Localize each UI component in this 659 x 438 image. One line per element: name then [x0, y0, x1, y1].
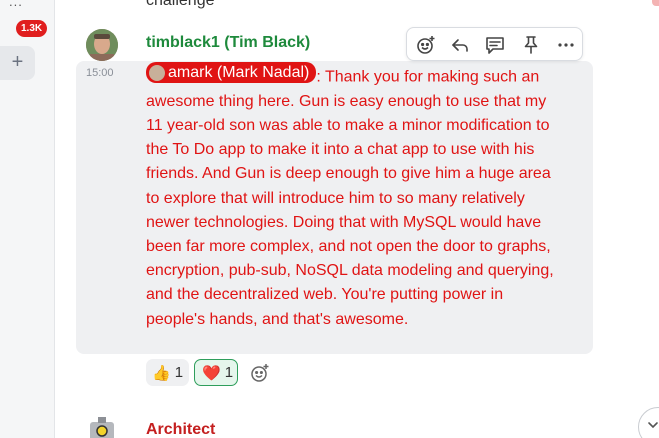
reply-icon[interactable] — [449, 34, 471, 56]
chevron-down-icon — [648, 422, 658, 429]
pin-icon[interactable] — [520, 34, 542, 56]
thumbs-up-icon: 👍 — [152, 364, 171, 382]
architect-avatar[interactable] — [86, 414, 118, 438]
reaction-thumbs-up[interactable]: 👍 1 — [146, 359, 189, 386]
user-mention[interactable]: amark (Mark Nadal) — [146, 62, 317, 83]
reaction-count: 1 — [224, 364, 234, 381]
more-workspaces-indicator[interactable]: ... — [9, 0, 23, 9]
message-actions-toolbar — [406, 27, 583, 61]
previous-message-text: challenge — [146, 0, 215, 9]
plus-icon: + — [11, 51, 24, 73]
notification-corner — [652, 0, 659, 6]
sender-name[interactable]: timblack1 (Tim Black) — [146, 34, 310, 52]
add-workspace-button[interactable]: + — [0, 46, 35, 80]
mention-label: amark (Mark Nadal) — [168, 64, 310, 81]
jump-to-latest-button[interactable] — [638, 407, 659, 438]
add-reaction-icon[interactable] — [250, 363, 270, 383]
message-text: : Thank you for making such an awesome t… — [146, 68, 554, 328]
robot-avatar-icon — [90, 417, 114, 438]
unread-count-badge: 1.3K — [16, 20, 48, 37]
thread-icon[interactable] — [484, 34, 506, 56]
avatar-photo — [86, 29, 118, 61]
message-body: amark (Mark Nadal): Thank you for making… — [146, 62, 558, 332]
heart-icon: ❤️ — [202, 364, 221, 382]
reaction-count: 1 — [174, 364, 184, 381]
more-icon[interactable] — [555, 34, 577, 56]
workspace-rail: ... 1.3K + — [0, 0, 55, 438]
message-timestamp[interactable]: 15:00 — [86, 67, 114, 79]
reaction-heart[interactable]: ❤️ 1 — [194, 359, 238, 386]
mention-avatar — [149, 64, 165, 81]
next-sender-name[interactable]: Architect — [146, 421, 215, 438]
add-reaction-icon[interactable] — [415, 34, 437, 56]
sender-avatar[interactable] — [86, 29, 118, 61]
